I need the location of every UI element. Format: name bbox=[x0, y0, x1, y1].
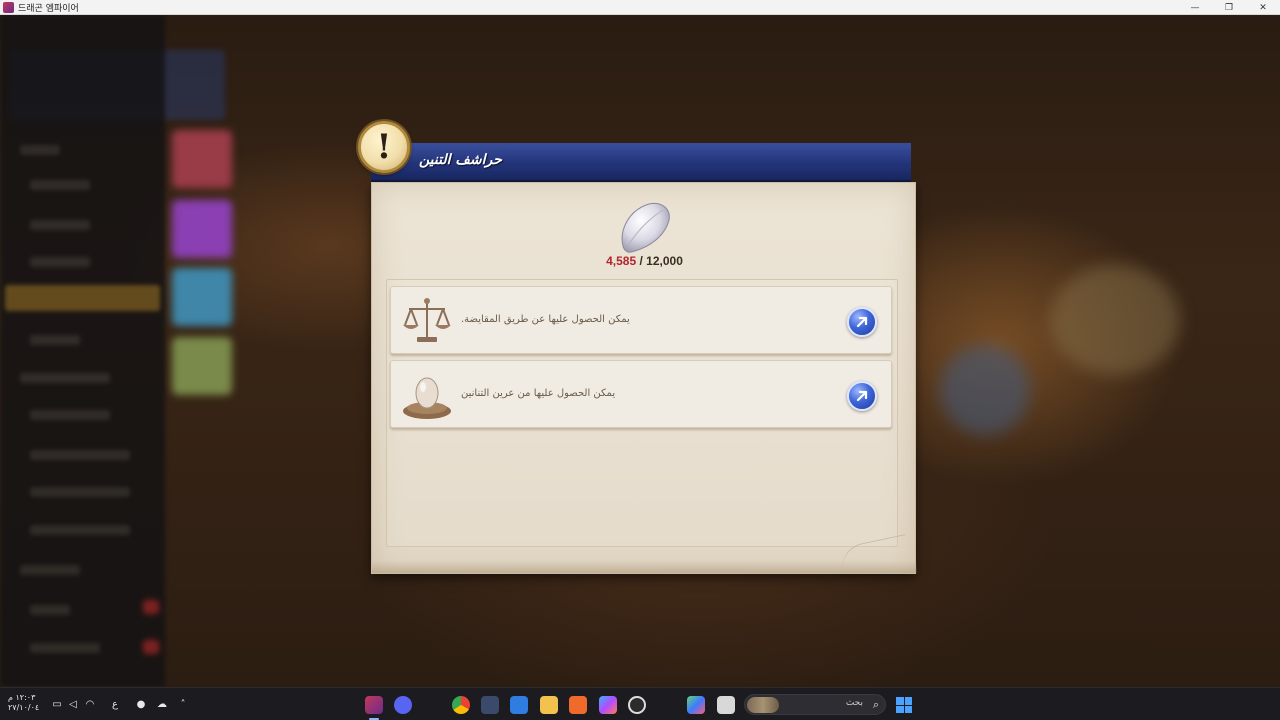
microphone-icon[interactable]: ● bbox=[134, 698, 148, 710]
copilot-icon[interactable] bbox=[599, 696, 617, 714]
chrome-icon[interactable] bbox=[452, 696, 470, 714]
taskbar-clock[interactable]: ١٢:٠٣ م ٢٧/١٠/٠٤ bbox=[8, 693, 39, 713]
dragon-scale-icon bbox=[621, 202, 670, 253]
source-row-dragon-lair[interactable]: يمكن الحصول عليها من عرين التنانين bbox=[390, 360, 892, 428]
dialog-header: حراشف التنين bbox=[371, 143, 911, 182]
blurred-item-thumb bbox=[172, 130, 232, 188]
goto-dragon-lair-button[interactable] bbox=[847, 381, 877, 411]
close-button[interactable]: ✕ bbox=[1246, 0, 1280, 15]
taskbar-search[interactable]: بحث ⌕ bbox=[744, 694, 886, 715]
search-highlight-image bbox=[747, 697, 779, 713]
blurred-active-menu bbox=[5, 285, 160, 311]
parchment-panel: 4,585 / 12,000 يمكن الحصول عليها عن طريق… bbox=[371, 182, 917, 574]
taskbar-time: ١٢:٠٣ م bbox=[8, 693, 36, 702]
arrow-icon bbox=[856, 316, 868, 328]
warning-icon: ! bbox=[358, 121, 410, 173]
search-icon: ⌕ bbox=[872, 698, 879, 711]
dragon-egg-nest-icon bbox=[403, 377, 451, 419]
blurred-item-thumb bbox=[172, 200, 232, 258]
minimize-button[interactable]: — bbox=[1178, 0, 1212, 15]
required-amount: 12,000 bbox=[646, 254, 683, 268]
clock-app-icon[interactable] bbox=[628, 696, 646, 714]
app-icon[interactable] bbox=[687, 696, 705, 714]
blurred-item-thumb bbox=[172, 337, 232, 395]
source-text-dragon-lair: يمكن الحصول عليها من عرين التنانين bbox=[461, 388, 616, 399]
app-icon bbox=[3, 1, 14, 13]
taskbar: ١٢:٠٣ م ٢٧/١٠/٠٤ ▭ ◁ ◠ ع ● ☁ ˄ بحث ⌕ bbox=[0, 687, 1280, 720]
window-title: 드래곤 엠파이어 bbox=[18, 3, 79, 14]
app-icon[interactable] bbox=[569, 696, 587, 714]
dragon-scales-dialog: حراشف التنين ! 4,585 / 12,000 يمكن الحصو… bbox=[358, 121, 918, 575]
blurred-scene-object bbox=[1050, 265, 1180, 375]
wifi-icon[interactable]: ◠ bbox=[83, 698, 97, 710]
arrow-icon bbox=[856, 390, 868, 402]
volume-icon[interactable]: ◁ bbox=[66, 698, 80, 710]
start-button[interactable] bbox=[896, 697, 912, 713]
app-icon[interactable] bbox=[481, 696, 499, 714]
source-text-exchange: يمكن الحصول عليها عن طريق المقايضة. bbox=[461, 314, 630, 325]
discord-icon[interactable] bbox=[394, 696, 412, 714]
blurred-item-thumb bbox=[172, 268, 232, 326]
language-indicator[interactable]: ع bbox=[108, 698, 122, 710]
blurred-scene-object bbox=[940, 345, 1030, 435]
scale-counter: 4,585 / 12,000 bbox=[606, 254, 683, 268]
scales-icon bbox=[403, 298, 451, 342]
task-view-icon[interactable] bbox=[717, 696, 735, 714]
blurred-game-sidebar bbox=[0, 15, 165, 687]
chevron-up-icon[interactable]: ˄ bbox=[176, 698, 190, 710]
file-explorer-icon[interactable] bbox=[540, 696, 558, 714]
current-amount: 4,585 bbox=[606, 254, 637, 268]
dialog-title: حراشف التنين bbox=[419, 152, 502, 168]
battery-icon[interactable]: ▭ bbox=[50, 698, 64, 710]
cloud-icon[interactable]: ☁ bbox=[155, 698, 169, 710]
taskbar-date: ٢٧/١٠/٠٤ bbox=[8, 703, 40, 712]
store-icon[interactable] bbox=[510, 696, 528, 714]
source-row-exchange[interactable]: يمكن الحصول عليها عن طريق المقايضة. bbox=[390, 286, 892, 354]
search-placeholder: بحث bbox=[845, 698, 863, 708]
window-titlebar: 드래곤 엠파이어 — ❐ ✕ bbox=[0, 0, 1280, 15]
restore-button[interactable]: ❐ bbox=[1212, 0, 1246, 15]
goto-exchange-button[interactable] bbox=[847, 307, 877, 337]
game-app-icon[interactable] bbox=[365, 696, 383, 714]
